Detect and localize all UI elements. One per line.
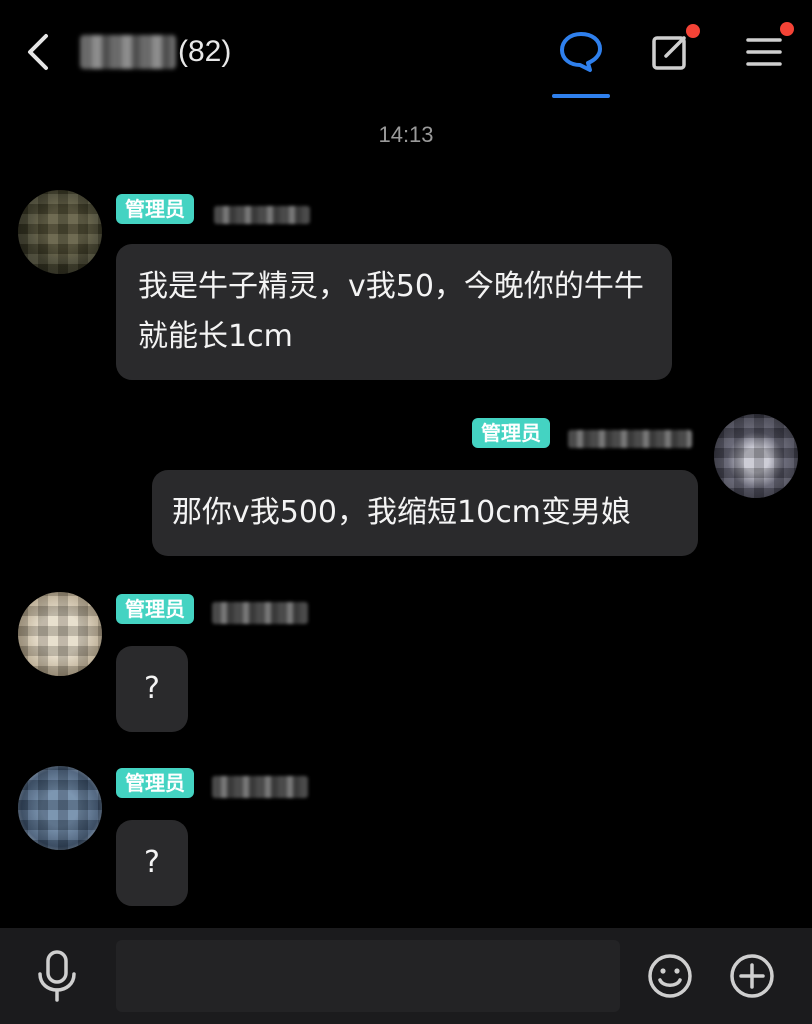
admin-badge: 管理员 xyxy=(472,418,550,448)
admin-badge: 管理员 xyxy=(116,768,194,798)
message-bubble[interactable]: 我是牛子精灵，v我50，今晚你的牛牛就能长1cm xyxy=(116,244,672,380)
sender-avatar[interactable] xyxy=(18,766,102,850)
member-count: (82) xyxy=(178,35,232,68)
chevron-left-icon xyxy=(28,34,48,70)
notification-dot xyxy=(780,22,794,36)
sender-avatar[interactable] xyxy=(18,190,102,274)
message-bubble[interactable]: ? xyxy=(116,646,188,732)
message-timestamp: 14:13 xyxy=(378,122,434,147)
message-input[interactable] xyxy=(116,940,620,1012)
microphone-icon xyxy=(38,950,76,1002)
message-bubble[interactable]: 那你v我500，我缩短10cm变男娘 xyxy=(152,470,698,556)
top-bar: (82) xyxy=(0,0,812,104)
blurred-sender-name xyxy=(212,602,308,624)
blurred-sender-name xyxy=(214,206,310,224)
notification-dot xyxy=(686,24,700,38)
emoji-button[interactable] xyxy=(646,952,694,1000)
active-tab-indicator xyxy=(552,94,610,98)
back-button[interactable] xyxy=(20,30,60,74)
sender-avatar[interactable] xyxy=(714,414,798,498)
message-bubble[interactable]: ? xyxy=(116,820,188,906)
chat-title: (82) xyxy=(80,30,231,74)
blurred-sender-name xyxy=(568,430,692,448)
menu-button[interactable] xyxy=(742,22,794,76)
admin-badge: 管理员 xyxy=(116,194,194,224)
chat-bubble-icon xyxy=(560,32,602,72)
input-bar xyxy=(0,928,812,1024)
edit-button[interactable] xyxy=(648,24,700,76)
voice-input-button[interactable] xyxy=(34,948,80,1004)
blurred-sender-name xyxy=(212,776,308,798)
plus-circle-icon xyxy=(730,954,774,998)
chat-tab[interactable] xyxy=(556,26,606,76)
admin-badge: 管理员 xyxy=(116,594,194,624)
sender-avatar[interactable] xyxy=(18,592,102,676)
more-options-button[interactable] xyxy=(728,952,776,1000)
blurred-group-name xyxy=(80,35,176,69)
smiley-icon xyxy=(648,954,692,998)
